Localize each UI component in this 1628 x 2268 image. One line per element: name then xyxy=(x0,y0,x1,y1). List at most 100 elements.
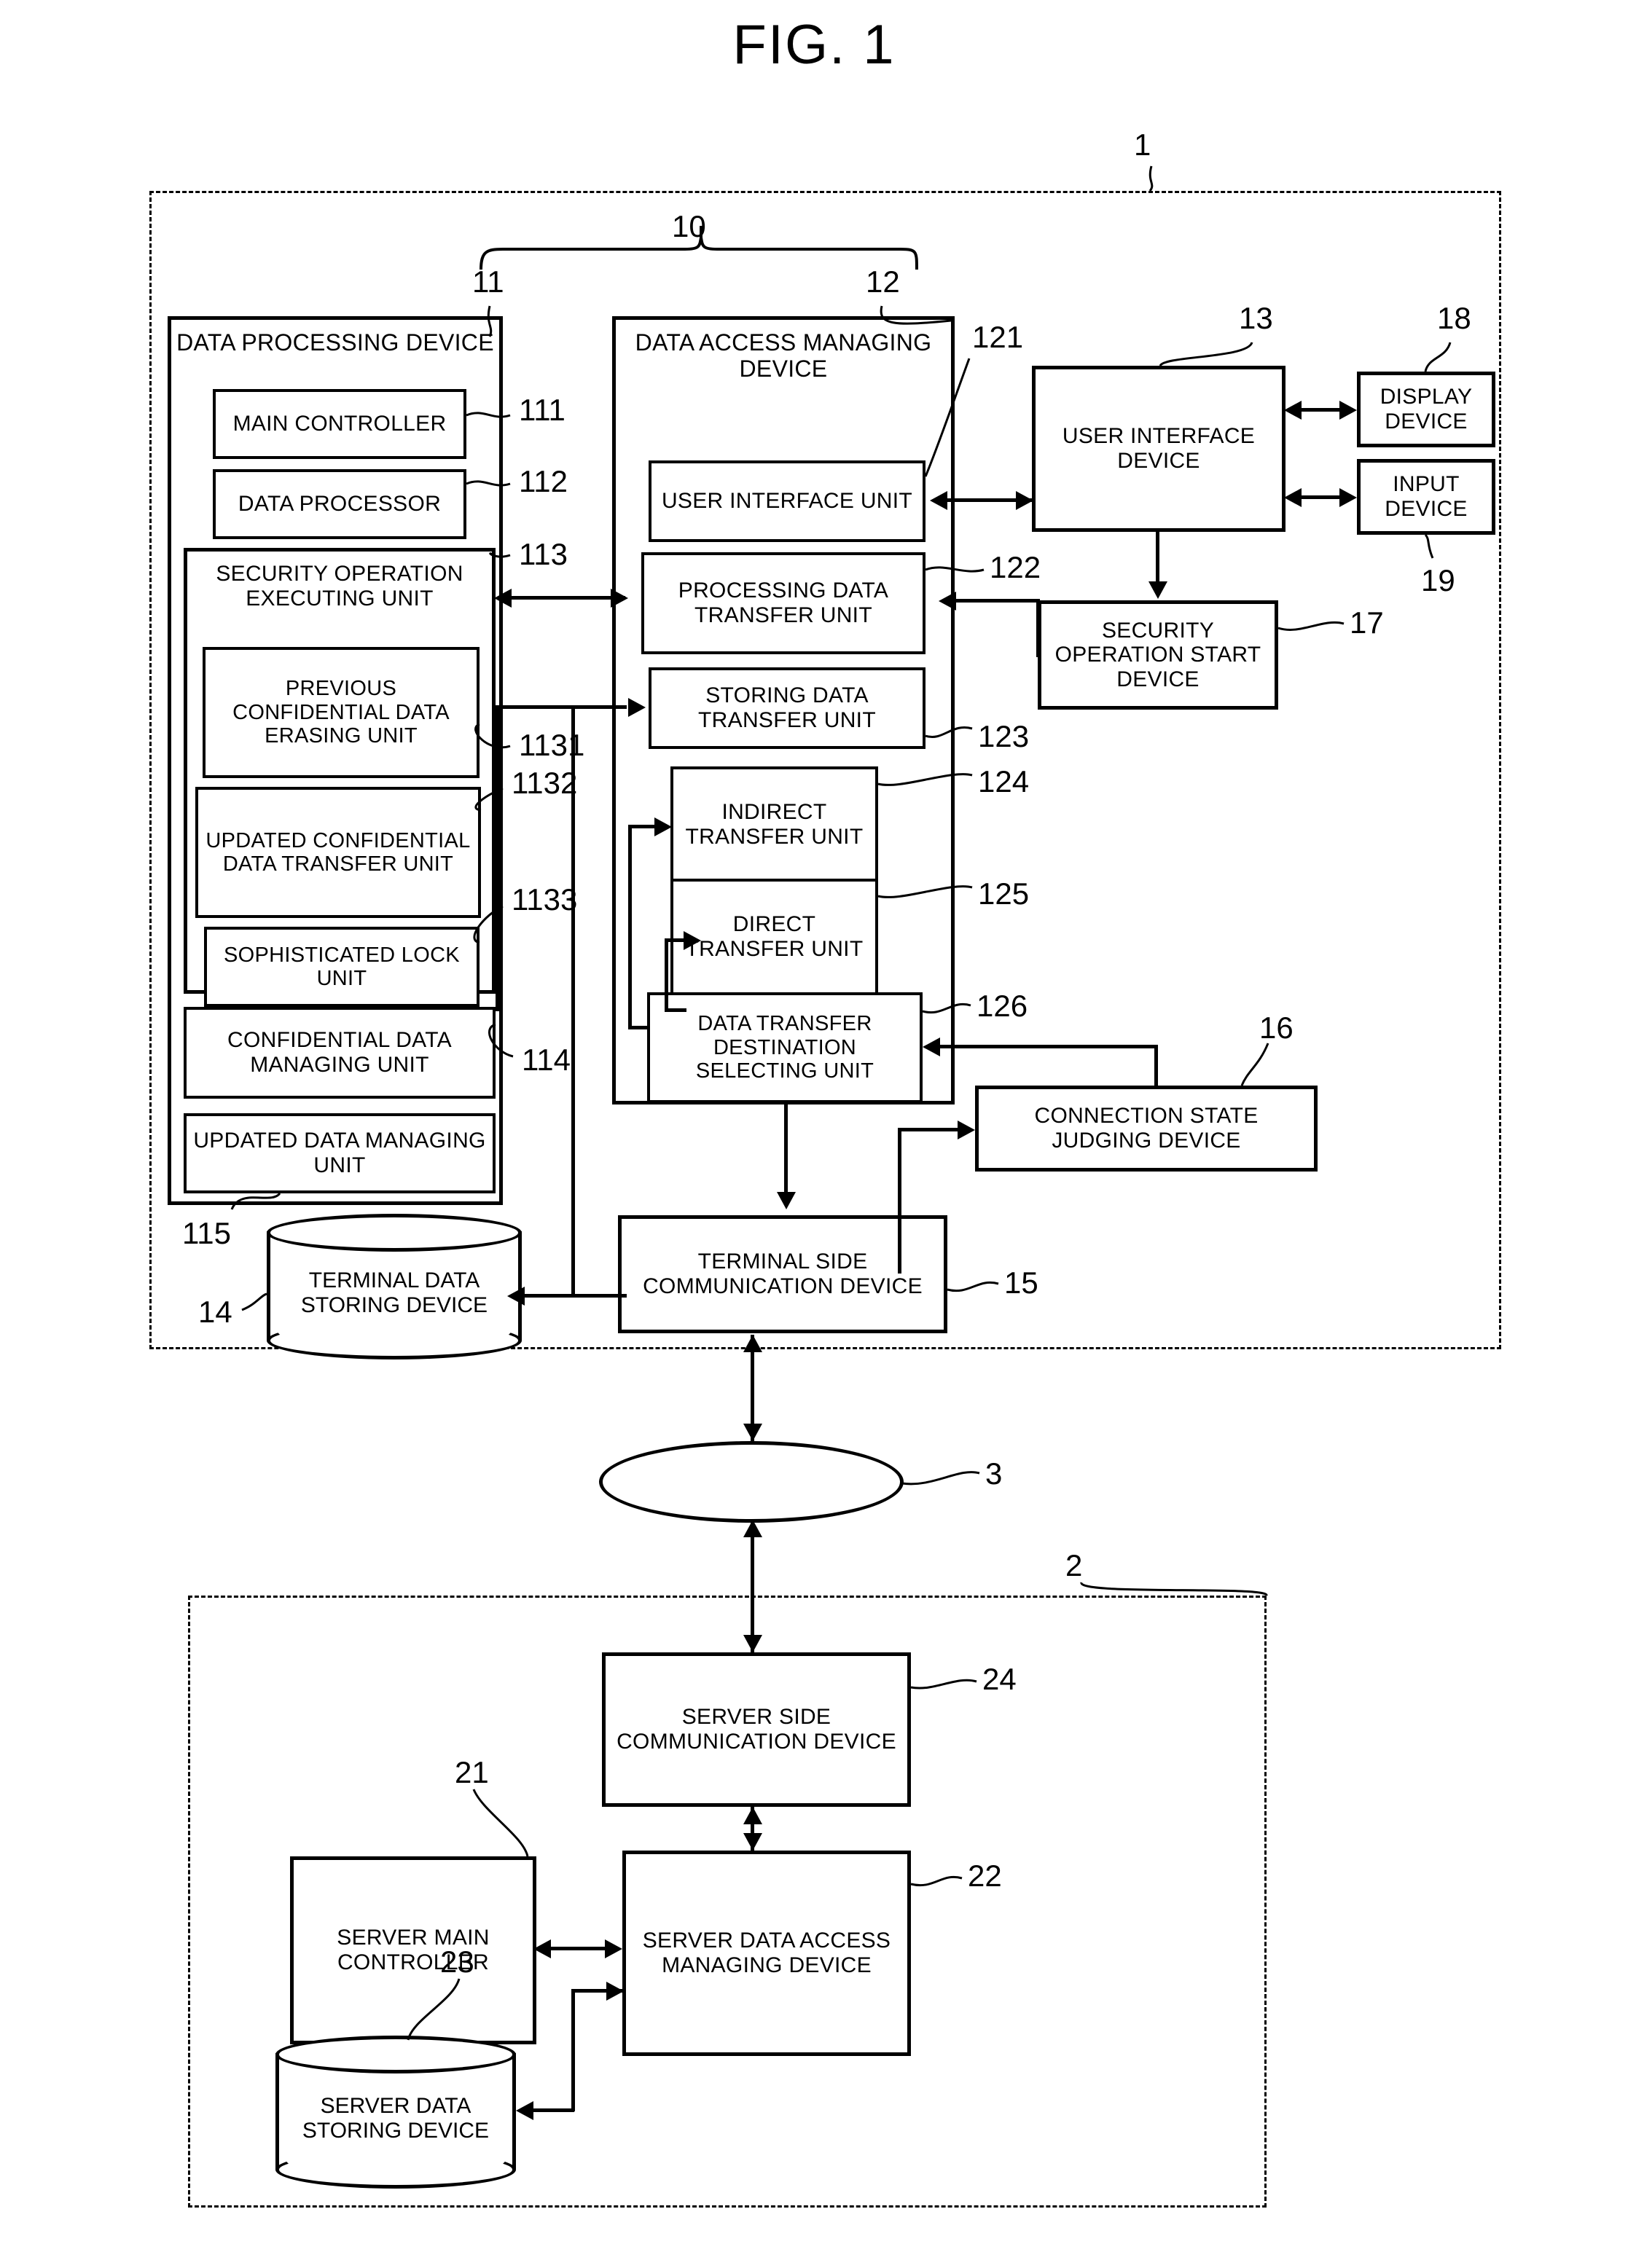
ref-126: 126 xyxy=(977,989,1028,1023)
connector-126-to-15 xyxy=(784,1104,788,1193)
connector-113-to-123-vertical xyxy=(496,705,499,1011)
previous-confidential-data-erasing-unit: PREVIOUS CONFIDENTIAL DATA ERASING UNIT xyxy=(203,647,480,778)
connection-state-judging-device-label: CONNECTION STATE JUDGING DEVICE xyxy=(1034,1104,1259,1153)
connection-state-judging-device: CONNECTION STATE JUDGING DEVICE xyxy=(975,1086,1318,1172)
arrowhead-right xyxy=(684,931,701,950)
server-side-communication-device-label: SERVER SIDE COMMUNICATION DEVICE xyxy=(617,1705,896,1754)
user-interface-device: USER INTERFACE DEVICE xyxy=(1032,366,1285,532)
arrowhead-right xyxy=(628,698,646,717)
data-access-managing-device-label: DATA ACCESS MANAGING DEVICE xyxy=(635,329,932,382)
connector-21-to-22 xyxy=(548,1947,611,1950)
connector-113-to-123-horizontal xyxy=(496,705,627,709)
ref-17: 17 xyxy=(1350,605,1384,640)
previous-confidential-data-erasing-unit-label: PREVIOUS CONFIDENTIAL DATA ERASING UNIT xyxy=(232,677,450,748)
ref-14: 14 xyxy=(198,1295,232,1329)
arrowhead-left xyxy=(1284,488,1302,507)
data-transfer-destination-selecting-unit-label: DATA TRANSFER DESTINATION SELECTING UNIT xyxy=(695,1012,874,1083)
sophisticated-lock-unit-label: SOPHISTICATED LOCK UNIT xyxy=(224,943,460,990)
ref-22: 22 xyxy=(968,1859,1002,1893)
connector-dpd-to-14-vertical xyxy=(571,705,575,1297)
ref-23: 23 xyxy=(440,1945,474,1979)
ref-13: 13 xyxy=(1239,301,1273,335)
arrowhead-left xyxy=(494,589,512,608)
sophisticated-lock-unit: SOPHISTICATED LOCK UNIT xyxy=(204,927,480,1007)
updated-data-managing-unit: UPDATED DATA MANAGING UNIT xyxy=(184,1113,496,1193)
arrowhead-down xyxy=(743,1833,762,1851)
connector-126-branch-to-124 xyxy=(628,825,657,828)
ref-11: 11 xyxy=(472,264,504,299)
ref-18: 18 xyxy=(1437,301,1471,335)
arrowhead-right xyxy=(606,1982,624,2001)
connector-13-to-17 xyxy=(1156,532,1159,583)
ref-terminal: 1 xyxy=(1134,127,1151,162)
terminal-data-storing-device-label: TERMINAL DATA STORING DEVICE xyxy=(300,1268,488,1317)
ref-1133: 1133 xyxy=(512,882,578,917)
arrowhead-down xyxy=(1148,581,1167,599)
connector-22-to-23-bottom xyxy=(532,2108,574,2112)
user-interface-device-label: USER INTERFACE DEVICE xyxy=(1062,424,1256,473)
arrowhead-right xyxy=(958,1121,975,1139)
server-data-storing-device-label: SERVER DATA STORING DEVICE xyxy=(302,2094,490,2143)
ref-12: 12 xyxy=(866,264,900,299)
cylinder-top xyxy=(275,2036,516,2073)
confidential-data-managing-unit-label: CONFIDENTIAL DATA MANAGING UNIT xyxy=(227,1028,452,1077)
ref-111: 111 xyxy=(519,393,566,427)
arrowhead-up xyxy=(743,1520,762,1537)
security-operation-start-device: SECURITY OPERATION START DEVICE xyxy=(1038,600,1278,710)
input-device: INPUT DEVICE xyxy=(1357,459,1495,535)
main-controller-unit: MAIN CONTROLLER xyxy=(213,389,466,459)
storing-data-transfer-unit: STORING DATA TRANSFER UNIT xyxy=(649,667,925,749)
patent-figure-page: FIG. 1 1 10 DATA PROCESSING DEVICE 11 MA… xyxy=(0,0,1628,2268)
arrowhead-left xyxy=(533,1939,551,1958)
ref-122: 122 xyxy=(990,550,1041,584)
arrowhead-right xyxy=(654,817,672,836)
network-cloud xyxy=(599,1441,904,1523)
ref-125: 125 xyxy=(978,876,1030,911)
terminal-data-storing-device: TERMINAL DATA STORING DEVICE xyxy=(267,1214,522,1359)
connector-126-branch-inner xyxy=(665,938,668,1011)
connector-113-to-damd xyxy=(510,596,625,600)
arrowhead-left xyxy=(923,1037,940,1056)
main-controller-label: MAIN CONTROLLER xyxy=(232,412,447,436)
display-device-label: DISPLAY DEVICE xyxy=(1380,385,1473,433)
ref-24: 24 xyxy=(982,1662,1017,1696)
ref-3: 3 xyxy=(985,1456,1003,1491)
data-processor-label: DATA PROCESSOR xyxy=(238,492,442,517)
ref-124: 124 xyxy=(978,764,1030,798)
ref-123: 123 xyxy=(978,719,1030,753)
terminal-side-communication-device-label: TERMINAL SIDE COMMUNICATION DEVICE xyxy=(643,1249,923,1298)
confidential-data-managing-unit: CONFIDENTIAL DATA MANAGING UNIT xyxy=(184,1007,496,1099)
connector-16-to-126-horizontal xyxy=(939,1045,1157,1048)
cylinder-top xyxy=(267,1214,522,1252)
arrowhead-right xyxy=(1339,401,1357,420)
direct-transfer-unit-label: DIRECT TRANSFER UNIT xyxy=(685,912,864,961)
display-device: DISPLAY DEVICE xyxy=(1357,372,1495,447)
data-processor-unit: DATA PROCESSOR xyxy=(213,469,466,539)
arrowhead-right xyxy=(605,1939,622,1958)
server-main-controller-label: SERVER MAIN CONTROLLER xyxy=(337,1926,490,1974)
ref-121: 121 xyxy=(972,320,1024,354)
input-device-label: INPUT DEVICE xyxy=(1385,472,1468,521)
user-interface-unit: USER INTERFACE UNIT xyxy=(649,460,925,542)
security-operation-start-device-label: SECURITY OPERATION START DEVICE xyxy=(1054,618,1261,691)
ref-112: 112 xyxy=(519,464,568,498)
storing-data-transfer-unit-label: STORING DATA TRANSFER UNIT xyxy=(698,683,876,732)
connector-16-to-126-vertical xyxy=(1154,1045,1158,1087)
user-interface-unit-label: USER INTERFACE UNIT xyxy=(661,489,913,514)
arrowhead-left xyxy=(1284,401,1302,420)
arrowhead-left xyxy=(939,592,956,611)
ref-115: 115 xyxy=(182,1216,231,1250)
ref-113: 113 xyxy=(519,537,568,571)
connector-126-branch-inner-bottom xyxy=(665,1008,686,1012)
processing-data-transfer-unit-label: PROCESSING DATA TRANSFER UNIT xyxy=(678,578,889,627)
arrowhead-down xyxy=(743,1635,762,1652)
server-data-storing-device: SERVER DATA STORING DEVICE xyxy=(275,2036,516,2189)
connector-13-to-19 xyxy=(1299,495,1342,499)
arrowhead-left xyxy=(930,491,947,510)
updated-confidential-data-transfer-unit-label: UPDATED CONFIDENTIAL DATA TRANSFER UNIT xyxy=(206,828,471,876)
ref-16: 16 xyxy=(1259,1011,1294,1045)
ref-15: 15 xyxy=(1004,1266,1038,1300)
server-main-controller: SERVER MAIN CONTROLLER xyxy=(290,1856,536,2044)
arrowhead-left xyxy=(516,2101,533,2120)
connector-14-to-15-horizontal xyxy=(522,1294,627,1298)
